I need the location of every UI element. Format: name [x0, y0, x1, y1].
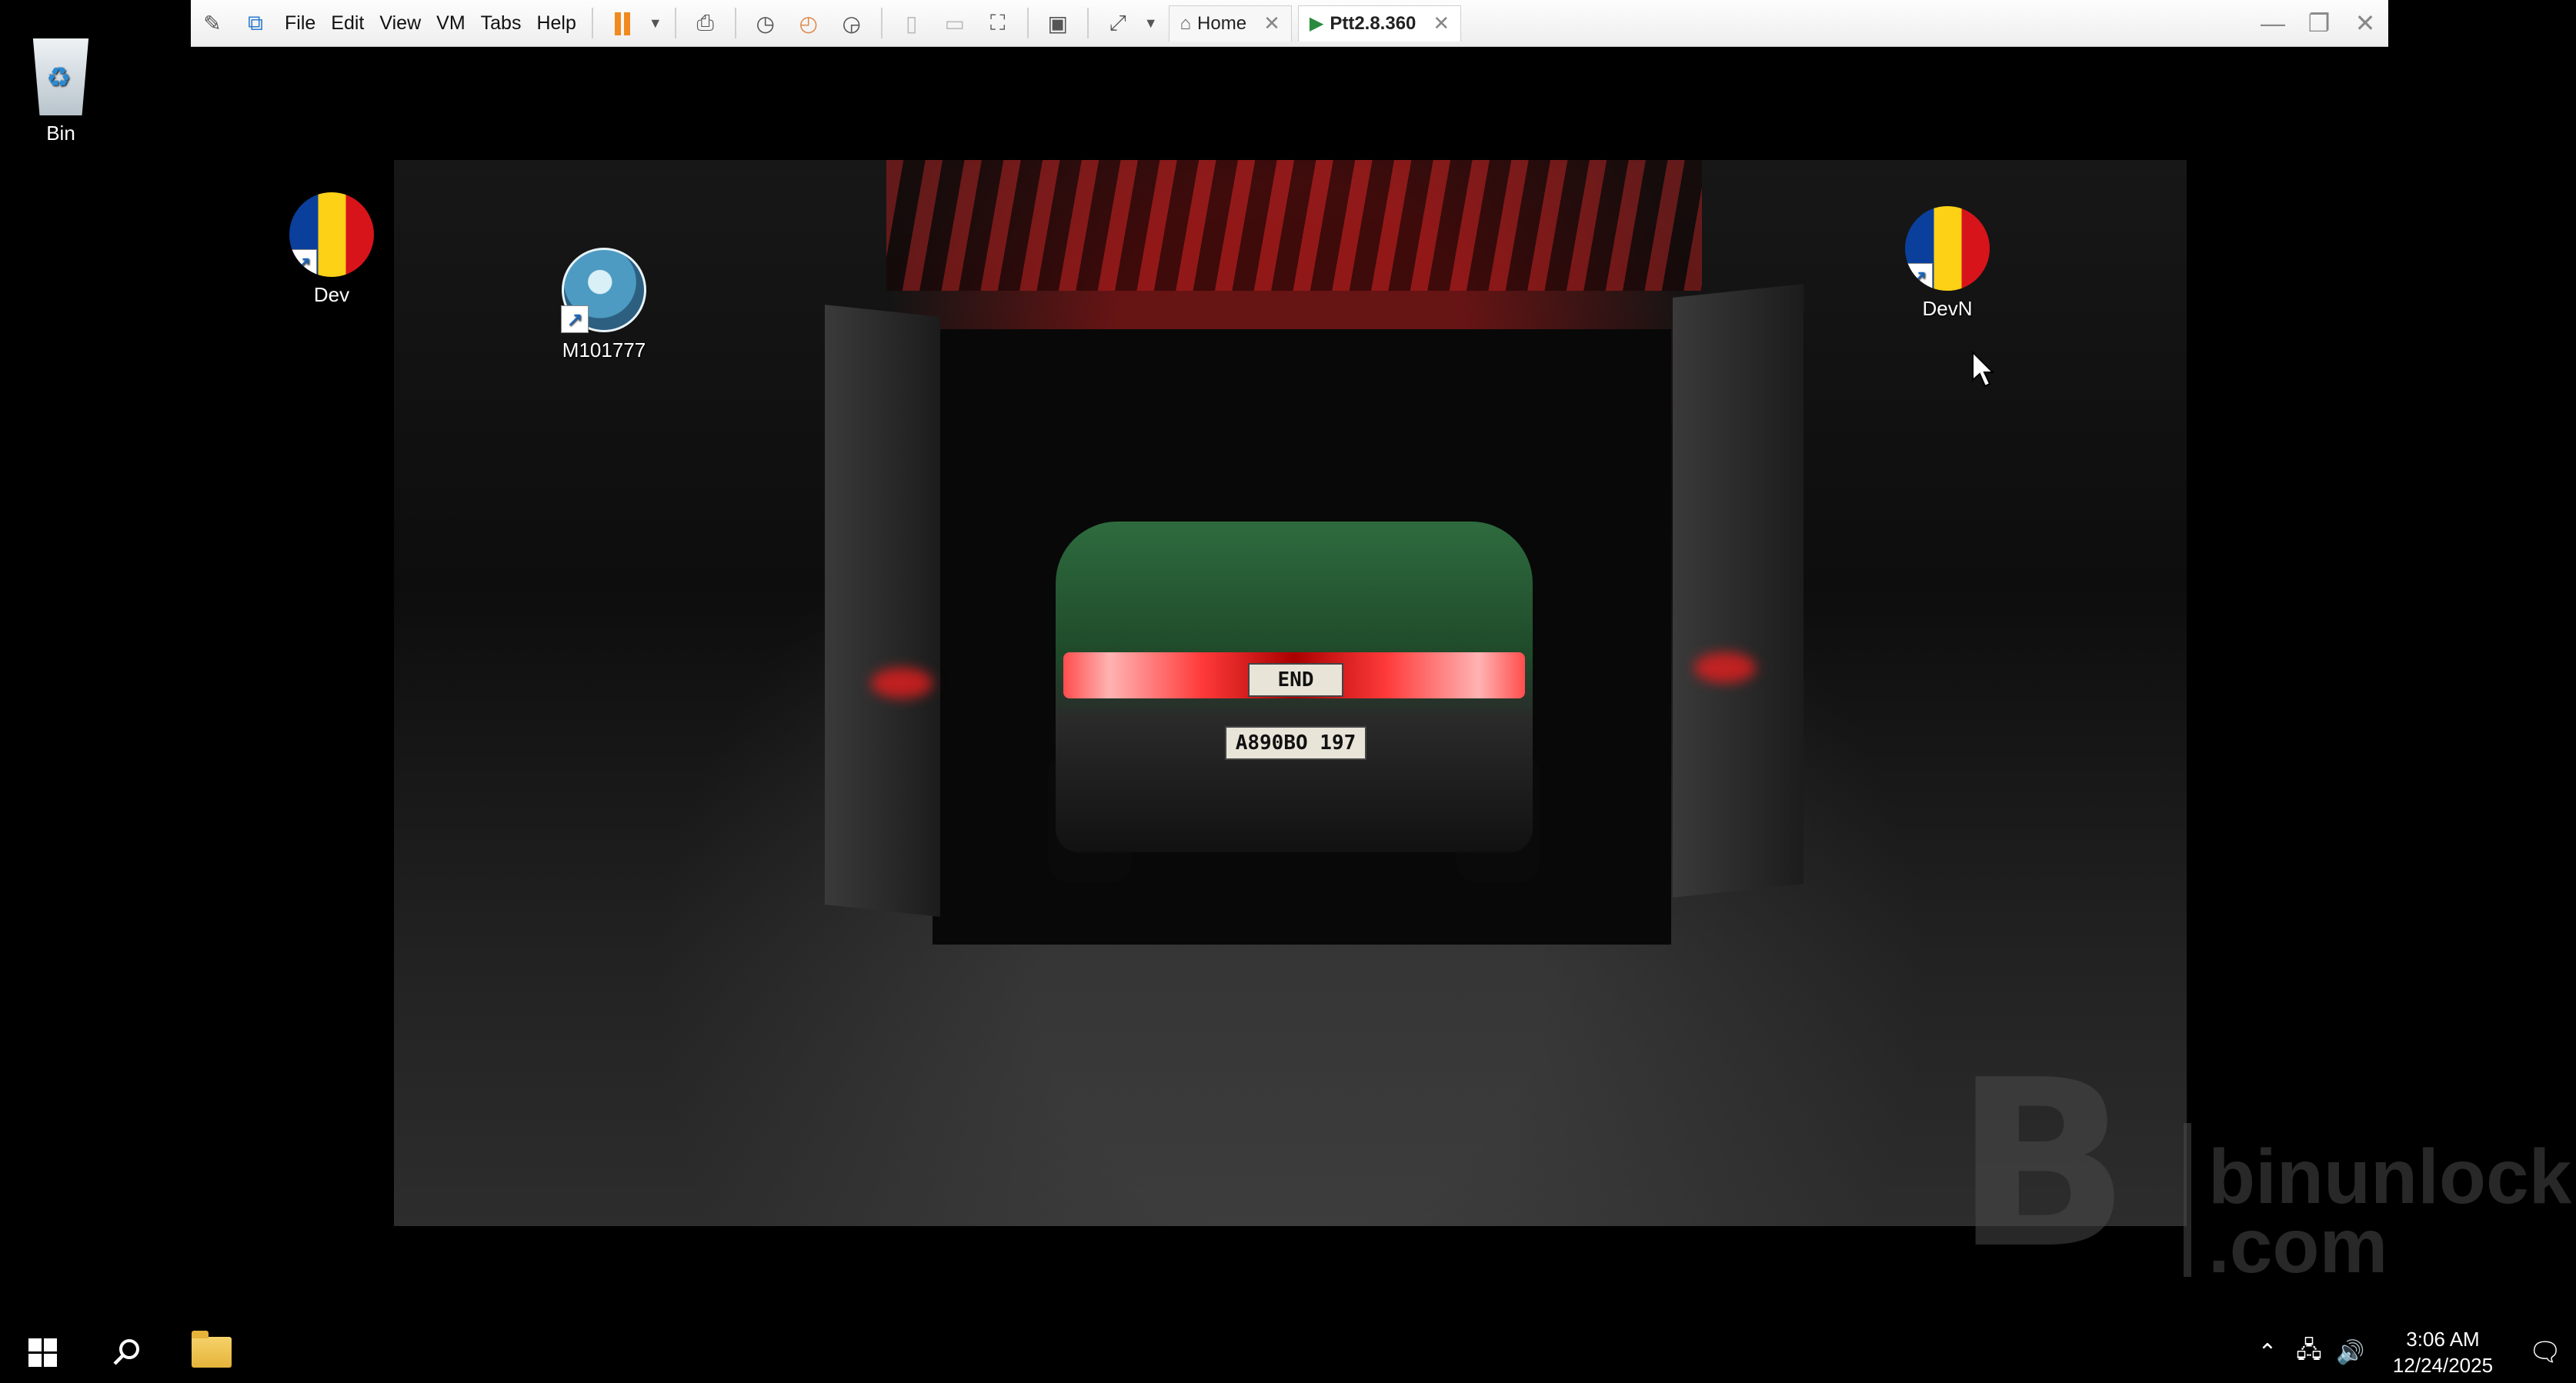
recycle-bin-label: Bin	[46, 122, 75, 145]
full-screen-icon[interactable]: ⛶	[981, 6, 1015, 40]
home-icon: ⌂	[1180, 12, 1192, 34]
tab-home[interactable]: ⌂ Home ✕	[1168, 5, 1292, 42]
watermark: B binunlock .com	[1924, 1031, 2571, 1299]
door-light-right	[1694, 652, 1756, 683]
show-library-icon[interactable]: ▯	[895, 6, 929, 40]
volume-icon[interactable]: 🔊	[2330, 1339, 2371, 1366]
dev-shortcut-icon[interactable]: ↗ Dev	[289, 192, 374, 307]
m101777-shortcut-label: M101777	[562, 338, 646, 362]
file-explorer-button[interactable]	[169, 1321, 254, 1383]
mouse-cursor-icon	[1971, 350, 1996, 393]
minimize-icon[interactable]: —	[2250, 9, 2296, 38]
vmware-toolbar: ✎ ⧉ File Edit View VM Tabs Help ▼ ⎙ ◷ ◴ …	[191, 0, 2388, 47]
ceiling-lights	[886, 160, 1702, 291]
watermark-logo-icon: B	[1954, 1031, 2131, 1299]
menu-view[interactable]: View	[372, 12, 429, 35]
vm-icon: ▶	[1309, 13, 1324, 34]
notification-icon[interactable]: 🗨	[2514, 1337, 2576, 1368]
toolbar-separator	[1086, 8, 1089, 38]
menu-help[interactable]: Help	[529, 12, 583, 35]
close-icon[interactable]: ✕	[1433, 12, 1450, 35]
windows-logo-icon	[28, 1338, 57, 1367]
toolbar-separator	[591, 8, 593, 38]
door-light-left	[871, 668, 933, 698]
revert-snapshot-icon[interactable]: ◴	[792, 6, 826, 40]
tab-vm-label: Ptt2.8.360	[1330, 12, 1416, 34]
taskbar: ⌃ 🖧 🔊 3:06 AM 12/24/2025 🗨	[0, 1321, 2576, 1383]
dev-shortcut-label: Dev	[313, 283, 350, 306]
window-controls: — ❐ ✕	[2250, 0, 2388, 46]
snapshot-icon[interactable]: ◷	[749, 6, 782, 40]
car-plate-bottom: A890BO 197	[1225, 726, 1366, 760]
thumbnail-bar-icon[interactable]: ▭	[938, 6, 972, 40]
power-dropdown-chevron-icon[interactable]: ▼	[649, 6, 662, 40]
menu-tabs[interactable]: Tabs	[473, 12, 529, 35]
folder-icon	[192, 1331, 232, 1368]
clock[interactable]: 3:06 AM 12/24/2025	[2385, 1326, 2501, 1378]
clock-date: 12/24/2025	[2392, 1354, 2494, 1377]
toolbar-separator	[1026, 8, 1029, 38]
console-view-icon[interactable]: ▣	[1041, 6, 1075, 40]
start-button[interactable]	[0, 1321, 85, 1383]
search-button[interactable]	[85, 1321, 169, 1383]
menu-vm[interactable]: VM	[429, 12, 473, 35]
flag-icon: ↗	[1905, 206, 1990, 291]
recycle-bin-graphic-icon: ♻	[32, 38, 89, 115]
stretch-guest-icon[interactable]: ⤢	[1101, 6, 1135, 40]
snapshot-manager-icon[interactable]: ◶	[835, 6, 869, 40]
shortcut-arrow-icon: ↗	[1905, 263, 1933, 291]
watermark-text-line2: .com	[2208, 1203, 2388, 1289]
pin-icon[interactable]: ✎	[195, 6, 229, 40]
stretch-dropdown-chevron-icon[interactable]: ▼	[1144, 6, 1158, 40]
network-icon[interactable]: 🖧	[2288, 1333, 2330, 1372]
menu-edit[interactable]: Edit	[323, 12, 372, 35]
toolbar-separator	[880, 8, 883, 38]
garage-door-left	[825, 305, 940, 917]
m101777-shortcut-icon[interactable]: ↗ M101777	[561, 248, 646, 362]
send-ctrl-alt-del-icon[interactable]: ⎙	[689, 6, 722, 40]
diagnostic-app-icon: ↗	[561, 248, 646, 333]
search-icon	[113, 1339, 139, 1365]
pause-icon[interactable]	[606, 6, 639, 40]
watermark-divider	[2184, 1123, 2191, 1277]
system-tray: ⌃ 🖧 🔊 3:06 AM 12/24/2025 🗨	[2247, 1321, 2576, 1383]
shortcut-arrow-icon: ↗	[289, 249, 317, 277]
toolbar-separator	[734, 8, 736, 38]
menu-file[interactable]: File	[277, 12, 323, 35]
tab-vm[interactable]: ▶ Ptt2.8.360 ✕	[1297, 5, 1462, 42]
close-window-icon[interactable]: ✕	[2342, 8, 2388, 38]
shortcut-arrow-icon: ↗	[561, 305, 589, 333]
devn-shortcut-icon[interactable]: ↗ DevN	[1905, 206, 1990, 321]
recycle-bin-icon[interactable]: ♻ Bin	[28, 38, 94, 145]
car-plate-top: END	[1248, 663, 1343, 697]
flag-icon: ↗	[289, 192, 374, 277]
clock-time: 3:06 AM	[2406, 1328, 2480, 1351]
restore-icon[interactable]: ❐	[2296, 8, 2342, 38]
devn-shortcut-label: DevN	[1922, 297, 1973, 320]
chevron-up-icon[interactable]: ⌃	[2247, 1339, 2288, 1366]
garage-door-right	[1673, 284, 1804, 898]
vmware-logo-icon: ⧉	[248, 10, 263, 35]
close-icon[interactable]: ✕	[1263, 12, 1280, 35]
toolbar-separator	[674, 8, 676, 38]
host-desktop: ✎ ⧉ File Edit View VM Tabs Help ▼ ⎙ ◷ ◴ …	[0, 0, 2576, 1383]
tab-home-label: Home	[1197, 12, 1247, 34]
